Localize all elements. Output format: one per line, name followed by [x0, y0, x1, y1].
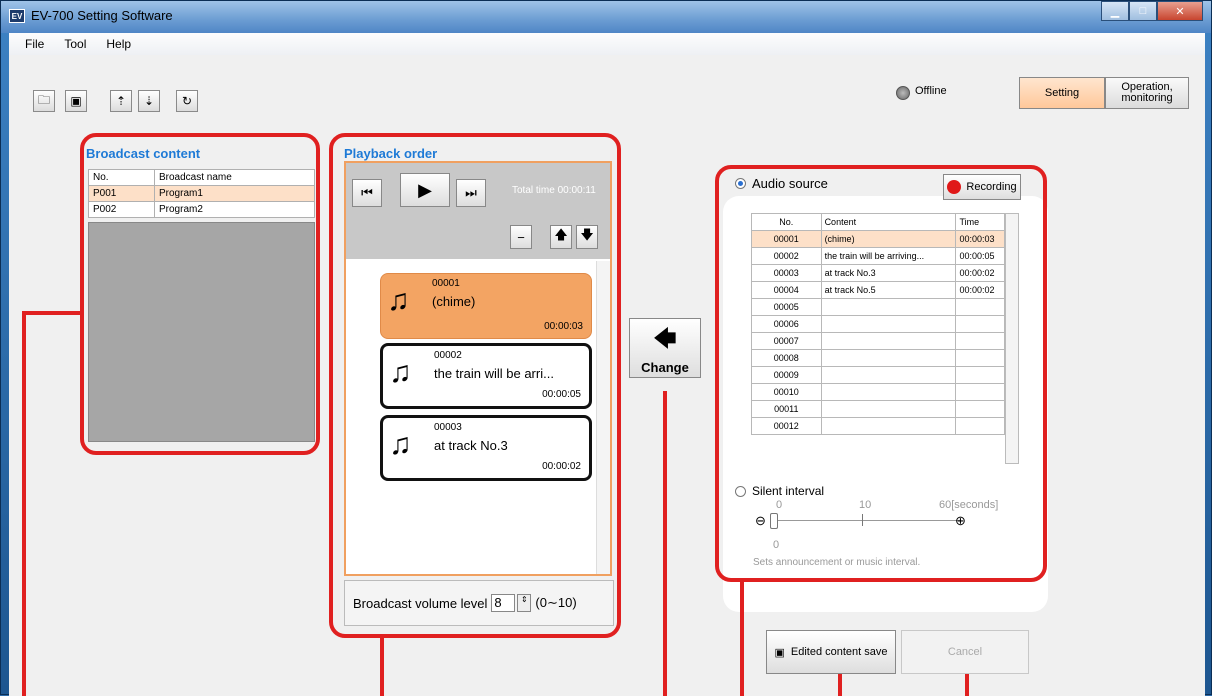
floppy-icon: ▣: [70, 94, 82, 108]
tab-operation-line2: monitoring: [1121, 92, 1173, 104]
save-label: Edited content save: [790, 646, 888, 658]
menu-bar: File Tool Help: [9, 33, 1205, 55]
open-folder-button[interactable]: 🗀: [33, 90, 55, 112]
highlight-broadcast: [80, 133, 320, 455]
callout-line: [380, 638, 384, 696]
highlight-playback: [329, 133, 621, 638]
window-controls: ▁ □ ✕: [1101, 1, 1203, 21]
callout-line: [663, 391, 667, 696]
maximize-button[interactable]: □: [1129, 1, 1157, 21]
edited-content-save-button[interactable]: ▣ Edited content save: [766, 630, 896, 674]
callout-line: [22, 311, 82, 315]
close-button[interactable]: ✕: [1157, 1, 1203, 21]
window-title: EV-700 Setting Software: [31, 8, 173, 23]
client-area: File Tool Help 🗀 ▣ ⇡ ⇣ ↻ Offline Setting…: [9, 33, 1205, 696]
folder-icon: 🗀: [37, 92, 50, 107]
upload-icon: ⇡: [115, 94, 127, 108]
cancel-label: Cancel: [947, 646, 983, 658]
change-button[interactable]: 🡄 Change: [629, 318, 701, 378]
download-button[interactable]: ⇣: [138, 90, 160, 112]
refresh-icon: ↻: [181, 94, 193, 108]
arrow-left-icon: 🡄: [653, 325, 677, 351]
app-icon: EV: [9, 9, 25, 23]
download-icon: ⇣: [143, 94, 155, 108]
status-indicator-icon: [896, 86, 910, 100]
menu-tool[interactable]: Tool: [54, 37, 96, 51]
highlight-audio-source: [715, 165, 1047, 582]
menu-help[interactable]: Help: [96, 37, 141, 51]
app-window: EV EV-700 Setting Software ▁ □ ✕ File To…: [0, 0, 1212, 696]
callout-line: [740, 582, 744, 696]
callout-line: [838, 674, 842, 696]
menu-file[interactable]: File: [15, 37, 54, 51]
cancel-button[interactable]: Cancel: [901, 630, 1029, 674]
title-bar: EV EV-700 Setting Software ▁ □ ✕: [1, 1, 1211, 33]
callout-line: [965, 674, 969, 696]
save-file-button[interactable]: ▣: [65, 90, 87, 112]
upload-button[interactable]: ⇡: [110, 90, 132, 112]
minimize-button[interactable]: ▁: [1101, 1, 1129, 21]
connection-status: Offline: [915, 85, 947, 97]
tab-setting[interactable]: Setting: [1019, 77, 1105, 109]
change-label: Change: [641, 359, 689, 375]
tab-operation-monitoring[interactable]: Operation, monitoring: [1105, 77, 1189, 109]
callout-line: [22, 313, 26, 696]
sync-button[interactable]: ↻: [176, 90, 198, 112]
floppy-icon: ▣: [774, 646, 785, 659]
